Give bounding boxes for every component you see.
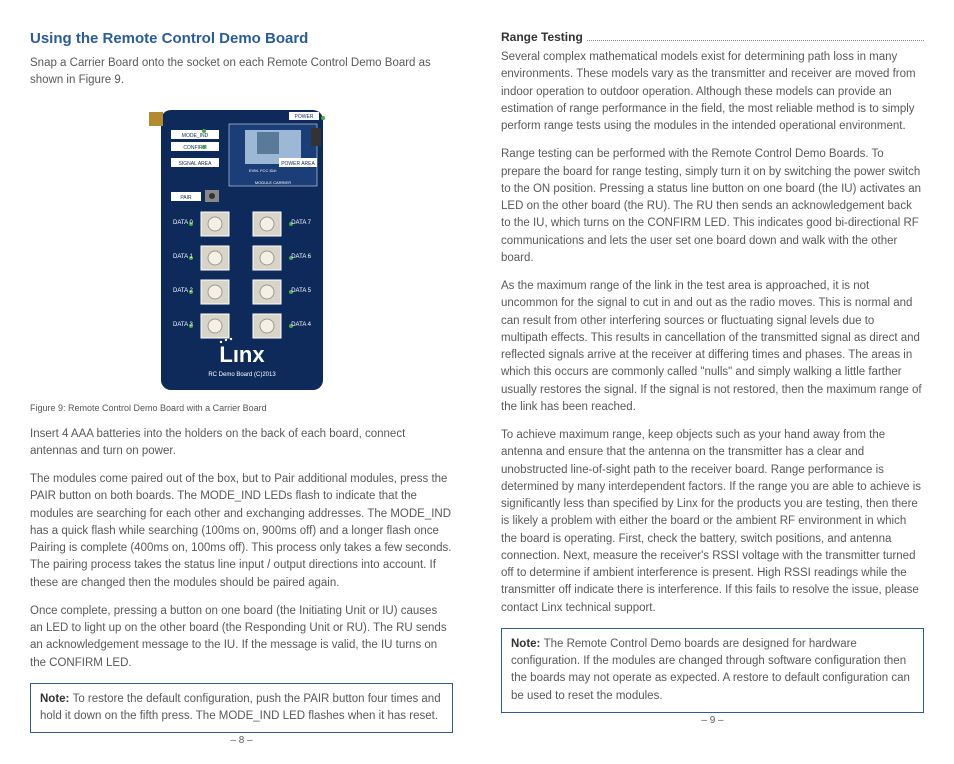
svg-text:POWER: POWER xyxy=(294,114,313,120)
paragraph: Once complete, pressing a button on one … xyxy=(30,603,453,672)
svg-text:DATA 7: DATA 7 xyxy=(291,220,311,226)
right-column: Range Testing Several complex mathematic… xyxy=(501,28,924,738)
svg-text:DATA 3: DATA 3 xyxy=(173,322,193,328)
svg-text:MODE_IND: MODE_IND xyxy=(181,133,208,139)
svg-text:RC Demo Board (C)2013: RC Demo Board (C)2013 xyxy=(208,372,276,378)
note-box: Note: To restore the default configurati… xyxy=(30,683,453,734)
svg-text:DATA 1: DATA 1 xyxy=(173,254,193,260)
paragraph: The modules come paired out of the box, … xyxy=(30,471,453,592)
paragraph: To achieve maximum range, keep objects s… xyxy=(501,427,924,617)
svg-text:EVM- FCC ID#:: EVM- FCC ID#: xyxy=(249,168,277,173)
paragraph: As the maximum range of the link in the … xyxy=(501,278,924,416)
svg-text:DATA 4: DATA 4 xyxy=(291,322,311,328)
svg-text:PAIR: PAIR xyxy=(180,195,192,201)
svg-text:SIGNAL AREA: SIGNAL AREA xyxy=(178,161,212,167)
section-title: Using the Remote Control Demo Board xyxy=(30,28,453,51)
note-box: Note: The Remote Control Demo boards are… xyxy=(501,628,924,713)
paragraph: Range testing can be performed with the … xyxy=(501,146,924,267)
intro-paragraph: Snap a Carrier Board onto the socket on … xyxy=(30,55,453,90)
svg-text:MODULE CARRIER: MODULE CARRIER xyxy=(254,180,290,185)
svg-text:DATA 5: DATA 5 xyxy=(291,288,311,294)
svg-text:Lınx: Lınx xyxy=(219,342,265,367)
subheading: Range Testing xyxy=(501,28,924,46)
board-figure: MODE_IND CONFIRM SIGNAL AREA EVM- FCC ID… xyxy=(149,100,335,396)
left-column: Using the Remote Control Demo Board Snap… xyxy=(30,28,453,738)
svg-text:OFF-ON: OFF-ON xyxy=(323,132,328,147)
paragraph: Insert 4 AAA batteries into the holders … xyxy=(30,426,453,461)
svg-text:DATA 2: DATA 2 xyxy=(173,288,193,294)
figure-caption: Figure 9: Remote Control Demo Board with… xyxy=(30,402,453,416)
paragraph: Several complex mathematical models exis… xyxy=(501,49,924,135)
svg-text:POWER AREA: POWER AREA xyxy=(281,161,315,167)
svg-text:DATA 0: DATA 0 xyxy=(173,220,193,226)
page-number: – 9 – xyxy=(501,713,924,744)
svg-text:DATA 6: DATA 6 xyxy=(291,254,311,260)
